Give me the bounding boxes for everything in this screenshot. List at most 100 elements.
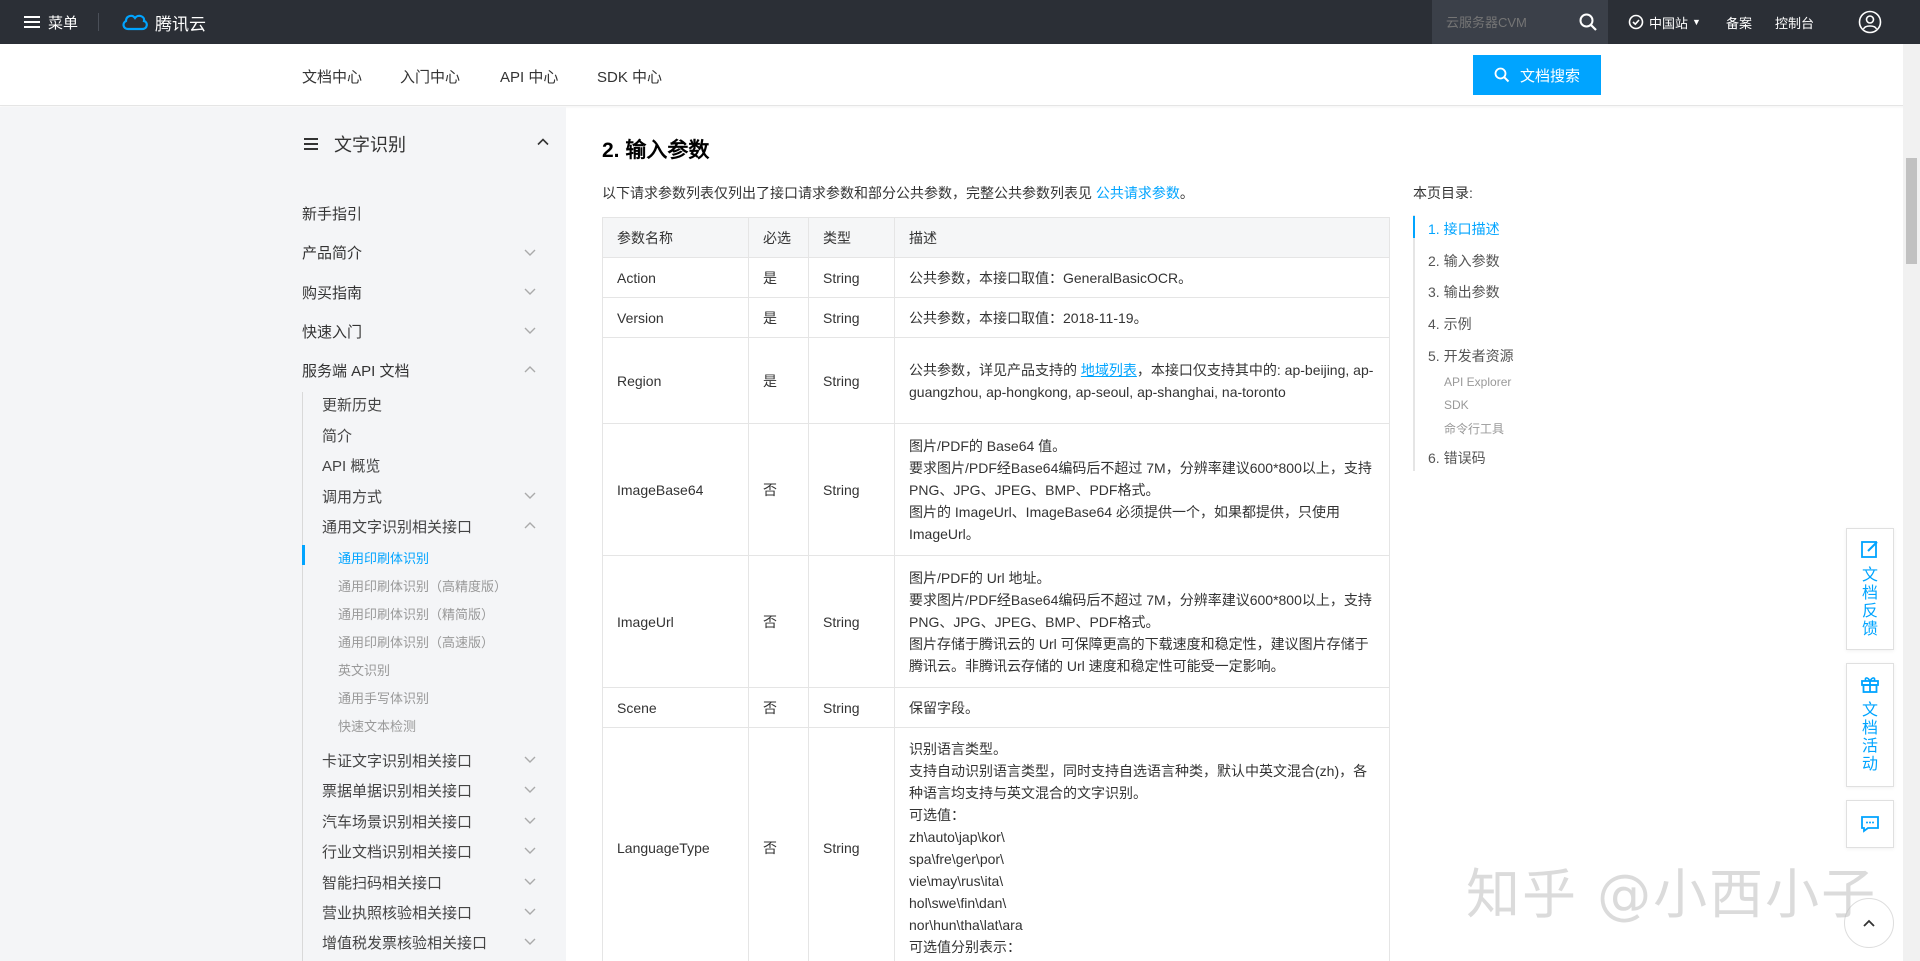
- param-required: 否: [748, 423, 809, 556]
- table-row: Scene 否 String 保留字段。: [602, 687, 1390, 728]
- user-avatar-icon[interactable]: [1858, 10, 1882, 34]
- param-required: 否: [748, 555, 809, 688]
- sidebar-item-product-intro[interactable]: 产品简介: [302, 242, 362, 263]
- doc-feedback-button[interactable]: 文档反馈: [1846, 528, 1894, 650]
- sidebar-leaf-general-print-ocr[interactable]: 通用印刷体识别: [338, 548, 429, 567]
- chevron-down-icon[interactable]: [523, 813, 537, 827]
- section-title: 2. 输入参数: [602, 139, 710, 162]
- region-clock-icon: [1628, 14, 1644, 30]
- desc-line: spa\fre\ger\por\: [909, 850, 1004, 867]
- toc-item-error-codes[interactable]: 6. 错误码: [1428, 448, 1486, 468]
- top-search-box: [1432, 0, 1608, 44]
- tab-getting-started-center[interactable]: 入门中心: [400, 66, 460, 87]
- chevron-down-icon[interactable]: [523, 934, 537, 948]
- doc-search-button[interactable]: 文档搜索: [1473, 55, 1601, 95]
- top-search-input[interactable]: [1446, 14, 1576, 30]
- sidebar-leaf-general-print-ocr-accurate[interactable]: 通用印刷体识别（高精度版）: [338, 576, 507, 595]
- chat-button[interactable]: [1846, 800, 1894, 848]
- sidebar-item-general-ocr-apis[interactable]: 通用文字识别相关接口: [322, 516, 472, 537]
- param-type: String: [808, 727, 895, 961]
- sidebar-item-industry-doc-apis[interactable]: 行业文档识别相关接口: [322, 841, 472, 862]
- sidebar-item-card-ocr-apis[interactable]: 卡证文字识别相关接口: [322, 750, 472, 771]
- intro-text: 以下请求参数列表仅列出了接口请求参数和部分公共参数，完整公共参数列表见: [602, 185, 1096, 201]
- sidebar-title: 文字识别: [334, 135, 406, 155]
- sidebar-item-qrcode-apis[interactable]: 智能扫码相关接口: [322, 872, 442, 893]
- toc-item-dev-resources[interactable]: 5. 开发者资源: [1428, 346, 1514, 366]
- input-params-table: 参数名称 必选 类型 描述 Action 是 String 公共参数，本接口取值…: [602, 217, 1390, 961]
- param-required: 是: [748, 337, 809, 424]
- sidebar-item-vehicle-ocr-apis[interactable]: 汽车场景识别相关接口: [322, 811, 472, 832]
- header-description: 描述: [894, 217, 1390, 258]
- region-list-link[interactable]: 地域列表: [1081, 362, 1137, 378]
- chevron-down-icon[interactable]: [523, 782, 537, 796]
- sidebar-item-license-verify-apis[interactable]: 营业执照核验相关接口: [322, 902, 472, 923]
- sidebar-item-intro[interactable]: 简介: [322, 425, 352, 446]
- sidebar-item-update-history[interactable]: 更新历史: [322, 394, 382, 415]
- chevron-down-icon[interactable]: [523, 245, 537, 259]
- header-type: 类型: [808, 217, 895, 258]
- sidebar-item-vat-verify-apis[interactable]: 增值税发票核验相关接口: [322, 932, 487, 953]
- region-selector[interactable]: 中国站 ▼: [1628, 0, 1701, 44]
- tab-doc-center[interactable]: 文档中心: [302, 66, 362, 87]
- public-params-link[interactable]: 公共请求参数: [1096, 185, 1180, 201]
- tab-api-center[interactable]: API 中心: [500, 66, 558, 87]
- section-intro: 以下请求参数列表仅列出了接口请求参数和部分公共参数，完整公共参数列表见 公共请求…: [602, 183, 1194, 203]
- chevron-down-icon[interactable]: [523, 488, 537, 502]
- chevron-down-icon[interactable]: [523, 874, 537, 888]
- sidebar-leaf-text-detection[interactable]: 快速文本检测: [338, 716, 416, 735]
- chevron-down-icon[interactable]: [523, 843, 537, 857]
- sidebar-item-bill-ocr-apis[interactable]: 票据单据识别相关接口: [322, 780, 472, 801]
- desc-line: 图片/PDF的 Base64 值。: [909, 437, 1067, 454]
- toc-item-api-desc[interactable]: 1. 接口描述: [1428, 219, 1500, 239]
- topbar-divider: [98, 13, 100, 31]
- search-icon[interactable]: [1578, 12, 1598, 32]
- param-required: 否: [748, 727, 809, 961]
- tab-sdk-center[interactable]: SDK 中心: [597, 66, 662, 87]
- table-row: ImageUrl 否 String 图片/PDF的 Url 地址。 要求图片/P…: [602, 555, 1390, 688]
- sidebar-item-purchase-guide[interactable]: 购买指南: [302, 282, 362, 303]
- sidebar-item-call-method[interactable]: 调用方式: [322, 486, 382, 507]
- param-name: LanguageType: [602, 727, 749, 961]
- param-desc: 图片/PDF的 Base64 值。 要求图片/PDF经Base64编码后不超过 …: [894, 423, 1390, 556]
- sidebar-leaf-english-ocr[interactable]: 英文识别: [338, 660, 390, 679]
- toc-sub-sdk[interactable]: SDK: [1444, 398, 1469, 412]
- toc-item-output-params[interactable]: 3. 输出参数: [1428, 282, 1500, 302]
- sidebar-item-server-api[interactable]: 服务端 API 文档: [302, 360, 410, 381]
- table-header-row: 参数名称 必选 类型 描述: [602, 217, 1390, 258]
- desc-line: vie\may\rus\ita\: [909, 872, 1004, 889]
- menu-button[interactable]: 菜单: [0, 0, 78, 44]
- table-row: Action 是 String 公共参数，本接口取值：GeneralBasicO…: [602, 257, 1390, 298]
- toc-sub-api-explorer[interactable]: API Explorer: [1444, 375, 1511, 389]
- desc-line: 图片/PDF的 Url 地址。: [909, 569, 1051, 586]
- param-name: Action: [602, 257, 749, 298]
- sidebar-item-api-overview[interactable]: API 概览: [322, 455, 380, 476]
- sidebar-item-quick-start[interactable]: 快速入门: [302, 321, 362, 342]
- sidebar-header[interactable]: 文字识别: [304, 127, 550, 161]
- chat-icon: [1861, 816, 1879, 833]
- sidebar-item-new-user-guide[interactable]: 新手指引: [302, 203, 362, 224]
- sidebar-leaf-general-print-ocr-basic[interactable]: 通用印刷体识别（精简版）: [338, 604, 494, 623]
- param-desc: 公共参数，详见产品支持的 地域列表，本接口仅支持其中的: ap-beijing,…: [894, 337, 1390, 424]
- console-link[interactable]: 控制台: [1775, 0, 1814, 44]
- brand-logo[interactable]: 腾讯云: [121, 10, 206, 35]
- toc-sub-cli[interactable]: 命令行工具: [1444, 420, 1504, 437]
- toc-item-input-params[interactable]: 2. 输入参数: [1428, 251, 1500, 271]
- chevron-down-icon[interactable]: [523, 284, 537, 298]
- sidebar-leaf-handwriting-ocr[interactable]: 通用手写体识别: [338, 688, 429, 707]
- chevron-up-icon[interactable]: [523, 518, 537, 532]
- sidebar-leaf-general-print-ocr-fast[interactable]: 通用印刷体识别（高速版）: [338, 632, 494, 651]
- toc-item-examples[interactable]: 4. 示例: [1428, 314, 1472, 334]
- chevron-up-icon[interactable]: [536, 135, 550, 149]
- doc-activity-button[interactable]: 文档活动: [1846, 663, 1894, 787]
- chevron-down-icon[interactable]: [523, 904, 537, 918]
- desc-line: 要求图片/PDF经Base64编码后不超过 7M，分辨率建议600*800以上，…: [909, 591, 1372, 630]
- desc-line: nor\hun\tha\lat\ara: [909, 916, 1023, 933]
- tree-guide-line: [302, 392, 303, 961]
- chevron-up-icon[interactable]: [523, 362, 537, 376]
- scrollbar-thumb[interactable]: [1906, 158, 1917, 264]
- doc-activity-label: 文档活动: [1861, 702, 1878, 773]
- doc-search-label: 文档搜索: [1519, 67, 1580, 85]
- chevron-down-icon[interactable]: [523, 323, 537, 337]
- chevron-down-icon[interactable]: [523, 752, 537, 766]
- beian-link[interactable]: 备案: [1726, 0, 1752, 44]
